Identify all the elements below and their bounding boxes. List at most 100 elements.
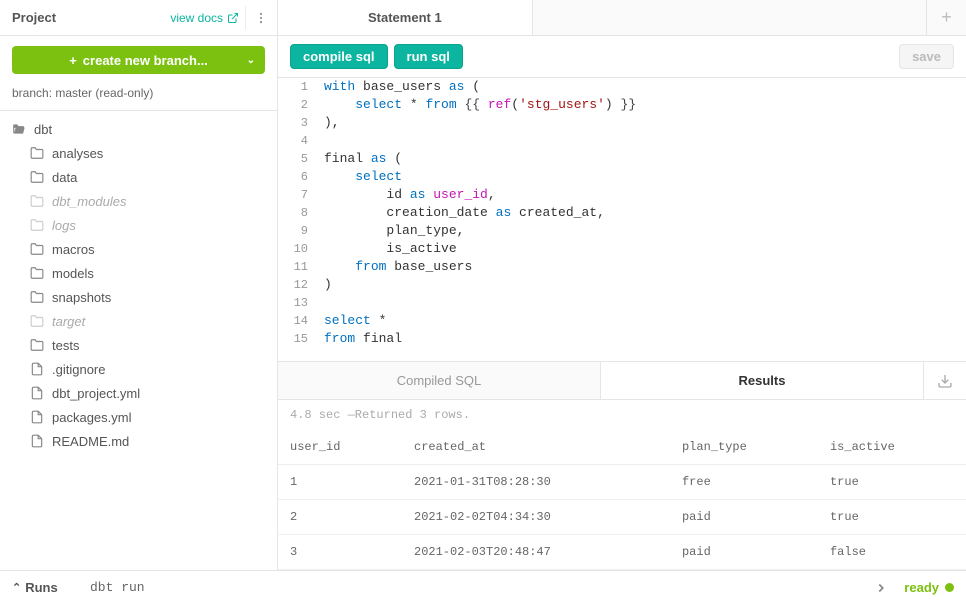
code-content: from base_users	[318, 258, 472, 276]
run-command-button[interactable]	[868, 581, 894, 595]
tree-item-label: packages.yml	[52, 410, 131, 425]
line-number: 14	[278, 312, 318, 330]
line-number: 5	[278, 150, 318, 168]
external-link-icon	[227, 12, 239, 24]
column-header: user_id	[278, 430, 402, 465]
compile-sql-button[interactable]: compile sql	[290, 44, 388, 69]
tree-item-dbt-project-yml[interactable]: dbt_project.yml	[0, 381, 277, 405]
result-table: user_idcreated_atplan_typeis_active 1202…	[278, 430, 966, 570]
tree-item-logs[interactable]: logs	[0, 213, 277, 237]
code-content	[318, 294, 324, 312]
tree-item-models[interactable]: models	[0, 261, 277, 285]
column-header: is_active	[818, 430, 966, 465]
code-content: with base_users as (	[318, 78, 480, 96]
tree-item-label: data	[52, 170, 77, 185]
chevron-up-icon: ⌃	[12, 581, 21, 594]
status-indicator: ready	[904, 580, 954, 595]
tree-item-analyses[interactable]: analyses	[0, 141, 277, 165]
runs-toggle[interactable]: ⌃ Runs	[12, 580, 72, 595]
table-row: 12021-01-31T08:28:30freetrue	[278, 465, 966, 500]
tab-label: Statement 1	[368, 10, 442, 25]
code-line: 7 id as user_id,	[278, 186, 966, 204]
code-line: 3),	[278, 114, 966, 132]
tree-item-readme-md[interactable]: README.md	[0, 429, 277, 453]
code-content: creation_date as created_at,	[318, 204, 605, 222]
code-line: 8 creation_date as created_at,	[278, 204, 966, 222]
code-line: 10 is_active	[278, 240, 966, 258]
tree-item-snapshots[interactable]: snapshots	[0, 285, 277, 309]
save-button[interactable]: save	[899, 44, 954, 69]
tree-item-macros[interactable]: macros	[0, 237, 277, 261]
tree-item-label: logs	[52, 218, 76, 233]
table-cell: 2021-02-02T04:34:30	[402, 500, 670, 535]
code-line: 15from final	[278, 330, 966, 348]
download-button[interactable]	[924, 362, 966, 399]
create-branch-label: create new branch...	[83, 53, 208, 68]
table-cell: free	[670, 465, 818, 500]
run-sql-button[interactable]: run sql	[394, 44, 463, 69]
line-number: 6	[278, 168, 318, 186]
code-line: 11 from base_users	[278, 258, 966, 276]
tree-item-label: models	[52, 266, 94, 281]
line-number: 4	[278, 132, 318, 150]
column-header: plan_type	[670, 430, 818, 465]
folder-open-icon	[12, 122, 26, 136]
code-content: from final	[318, 330, 402, 348]
status-label: ready	[904, 580, 939, 595]
code-content: ),	[318, 114, 340, 132]
tab-statement-1[interactable]: Statement 1	[278, 0, 533, 35]
tree-item-tests[interactable]: tests	[0, 333, 277, 357]
code-content: select	[318, 168, 402, 186]
file-icon	[30, 410, 44, 424]
code-line: 1with base_users as (	[278, 78, 966, 96]
add-tab-button[interactable]: +	[926, 0, 966, 35]
code-content: )	[318, 276, 332, 294]
folder-icon	[30, 170, 44, 184]
table-cell: paid	[670, 500, 818, 535]
file-icon	[30, 386, 44, 400]
code-line: 14select *	[278, 312, 966, 330]
code-content: select * from {{ ref('stg_users') }}	[318, 96, 636, 114]
tree-item-label: tests	[52, 338, 79, 353]
tree-item-label: target	[52, 314, 85, 329]
tab-bar: Statement 1 +	[278, 0, 966, 36]
tree-item-dbt-modules[interactable]: dbt_modules	[0, 189, 277, 213]
table-cell: true	[818, 500, 966, 535]
folder-icon	[30, 218, 44, 232]
code-content: final as (	[318, 150, 402, 168]
plus-icon: +	[941, 7, 952, 28]
view-docs-link[interactable]: view docs	[170, 11, 239, 25]
line-number: 9	[278, 222, 318, 240]
table-cell: 3	[278, 535, 402, 570]
result-meta: 4.8 sec —Returned 3 rows.	[278, 400, 966, 430]
code-line: 4	[278, 132, 966, 150]
footer: ⌃ Runs ready	[0, 570, 966, 604]
command-input[interactable]	[82, 576, 858, 600]
tab-compiled-sql[interactable]: Compiled SQL	[278, 362, 601, 399]
code-line: 5final as (	[278, 150, 966, 168]
line-number: 3	[278, 114, 318, 132]
chevron-right-icon	[874, 581, 888, 595]
tree-item-target[interactable]: target	[0, 309, 277, 333]
tree-item-label: .gitignore	[52, 362, 105, 377]
create-branch-button[interactable]: + create new branch... ⌄	[12, 46, 265, 74]
code-editor[interactable]: 1with base_users as (2 select * from {{ …	[278, 78, 966, 361]
line-number: 12	[278, 276, 318, 294]
code-content	[318, 132, 324, 150]
sidebar: Project view docs + create new branch...…	[0, 0, 278, 570]
project-title: Project	[12, 10, 170, 25]
code-line: 9 plan_type,	[278, 222, 966, 240]
tree-item-data[interactable]: data	[0, 165, 277, 189]
tab-results[interactable]: Results	[601, 362, 924, 399]
tree-root[interactable]: dbt	[0, 117, 277, 141]
folder-icon	[30, 242, 44, 256]
status-dot-icon	[945, 583, 954, 592]
tree-item-label: README.md	[52, 434, 129, 449]
result-tabs: Compiled SQL Results	[278, 362, 966, 400]
sidebar-menu-icon[interactable]	[245, 6, 269, 30]
table-cell: true	[818, 465, 966, 500]
tree-item--gitignore[interactable]: .gitignore	[0, 357, 277, 381]
code-content: select *	[318, 312, 386, 330]
action-bar: compile sql run sql save	[278, 36, 966, 78]
tree-item-packages-yml[interactable]: packages.yml	[0, 405, 277, 429]
